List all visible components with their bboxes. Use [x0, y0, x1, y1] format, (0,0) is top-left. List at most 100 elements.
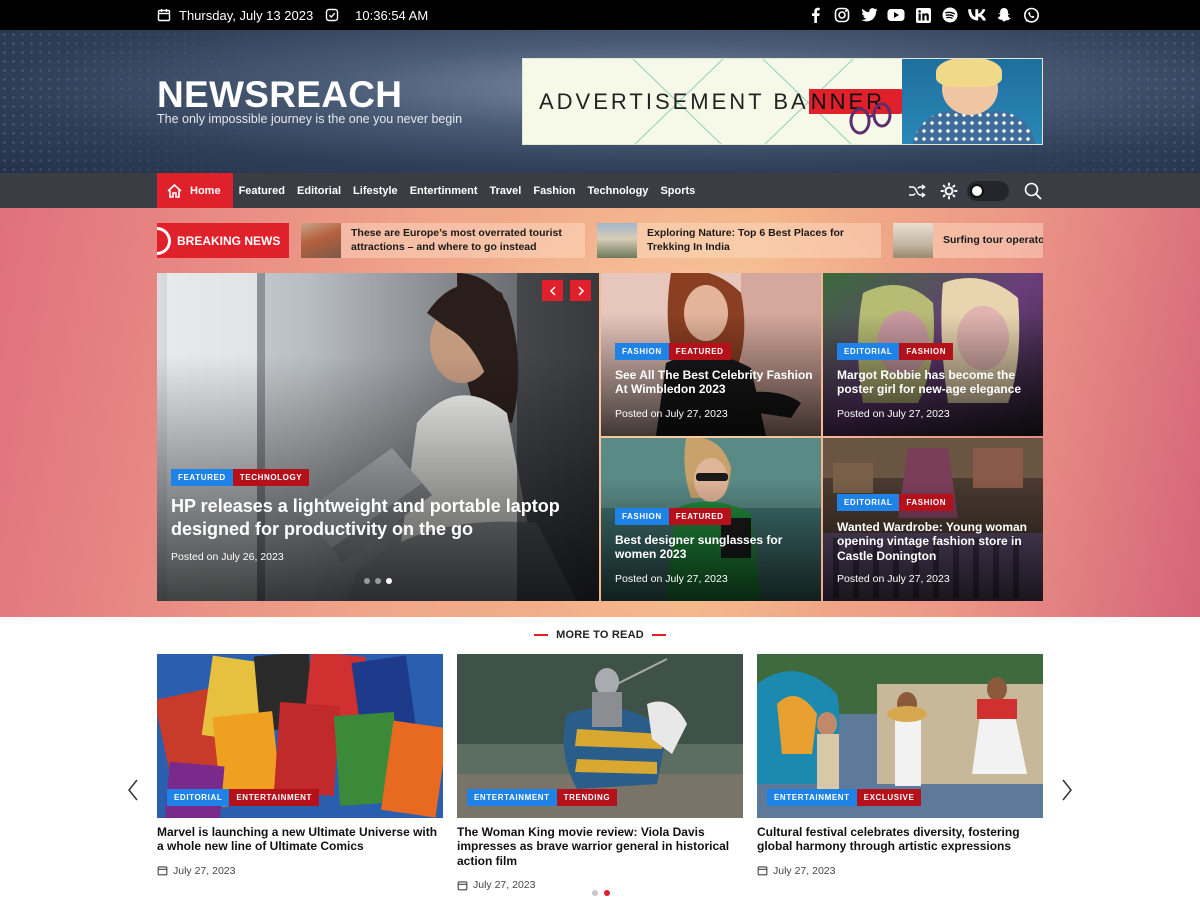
nav-item-fashion[interactable]: Fashion — [527, 173, 581, 208]
tag-fashion[interactable]: FASHION — [615, 343, 669, 360]
tag-trending[interactable]: TRENDING — [556, 789, 618, 806]
nav-item-travel[interactable]: Travel — [484, 173, 528, 208]
ticker-item[interactable]: These are Europe’s most overrated touris… — [301, 223, 585, 258]
sun-icon[interactable] — [939, 181, 959, 201]
featured-date: Posted on July 26, 2023 — [171, 551, 284, 563]
ticker-thumbnail — [893, 223, 933, 258]
tag-exclusive[interactable]: EXCLUSIVE — [856, 789, 922, 806]
slider-dot[interactable] — [364, 578, 370, 584]
post-title[interactable]: The Woman King movie review: Viola Davis… — [457, 825, 743, 868]
tag-featured[interactable]: FEATURED — [668, 508, 731, 525]
nav-item-entertinment[interactable]: Entertinment — [404, 173, 484, 208]
card-title[interactable]: Wanted Wardrobe: Young woman opening vin… — [837, 520, 1037, 563]
slider-dot-active[interactable] — [386, 578, 392, 584]
hero-section: BREAKING NEWS These are Europe’s most ov… — [0, 208, 1200, 617]
featured-slider[interactable]: FEATURED TECHNOLOGY HP releases a lightw… — [157, 273, 599, 601]
youtube-icon[interactable] — [887, 6, 905, 24]
current-time: 10:36:54 AM — [355, 7, 429, 23]
home-icon — [167, 183, 182, 198]
ticker-item[interactable]: Surfing tour operator b pumping surf tri… — [893, 223, 1043, 258]
tag-editorial[interactable]: EDITORIAL — [837, 494, 900, 511]
tag-featured[interactable]: FEATURED — [171, 469, 233, 486]
tag-entertainment[interactable]: ENTERTAINMENT — [767, 789, 857, 806]
carousel-dots — [592, 890, 610, 896]
tag-entertainment[interactable]: ENTERTAINMENT — [229, 789, 320, 806]
advertisement-banner[interactable]: ADVERTISEMENT BANNER — [522, 58, 1043, 145]
nav-item-lifestyle[interactable]: Lifestyle — [347, 173, 404, 208]
slider-dots — [364, 578, 392, 584]
post-image[interactable]: ENTERTAINMENT TRENDING — [457, 654, 743, 818]
post-tags: FEATURED TECHNOLOGY — [171, 469, 310, 486]
nav-item-editorial[interactable]: Editorial — [291, 173, 347, 208]
tag-fashion[interactable]: FASHION — [615, 508, 669, 525]
current-date: Thursday, July 13 2023 — [179, 7, 314, 23]
calendar-icon — [157, 9, 171, 22]
carousel-next-button[interactable] — [1057, 778, 1077, 802]
site-tagline: The only impossible journey is the one y… — [157, 112, 463, 126]
twitter-icon[interactable] — [860, 6, 878, 24]
search-icon[interactable] — [1023, 181, 1043, 201]
card-title[interactable]: Best designer sunglasses for women 2023 — [615, 533, 815, 562]
card-date: Posted on July 27, 2023 — [837, 408, 950, 420]
slider-next-button[interactable] — [570, 280, 591, 301]
spotify-icon[interactable] — [941, 6, 959, 24]
more-post-card[interactable]: EDITORIAL ENTERTAINMENT Marvel is launch… — [157, 654, 443, 877]
carousel-dot[interactable] — [592, 890, 598, 896]
vk-icon[interactable] — [968, 6, 986, 24]
nav-item-technology[interactable]: Technology — [582, 173, 655, 208]
whatsapp-icon[interactable] — [1022, 6, 1040, 24]
post-image[interactable]: ENTERTAINMENT EXCLUSIVE — [757, 654, 1043, 818]
post-date: July 27, 2023 — [157, 865, 443, 877]
calendar-icon — [157, 866, 168, 876]
main-navigation: Home Featured Editorial Lifestyle Entert… — [0, 173, 1200, 208]
card-title[interactable]: Margot Robbie has become the poster girl… — [837, 368, 1037, 397]
featured-card[interactable]: FASHION FEATURED Best designer sunglasse… — [601, 438, 821, 601]
calendar-icon — [757, 866, 768, 876]
dark-mode-toggle[interactable] — [967, 180, 1009, 201]
ad-model-image — [902, 59, 1042, 144]
breaking-news-label: BREAKING NEWS — [157, 223, 289, 258]
linkedin-icon[interactable] — [914, 6, 932, 24]
shuffle-icon[interactable] — [907, 181, 927, 201]
featured-card[interactable]: FASHION FEATURED See All The Best Celebr… — [601, 273, 821, 436]
social-links — [806, 0, 1040, 30]
ticker-thumbnail — [301, 223, 341, 258]
more-post-card[interactable]: ENTERTAINMENT TRENDING The Woman King mo… — [457, 654, 743, 891]
slider-dot[interactable] — [375, 578, 381, 584]
post-title[interactable]: Cultural festival celebrates diversity, … — [757, 825, 1043, 854]
carousel-prev-button[interactable] — [123, 778, 143, 802]
card-date: Posted on July 27, 2023 — [615, 573, 728, 585]
nav-item-home[interactable]: Home — [157, 173, 233, 208]
carousel-dot-active[interactable] — [604, 890, 610, 896]
breaking-news-bar: BREAKING NEWS These are Europe’s most ov… — [157, 223, 1043, 258]
nav-item-sports[interactable]: Sports — [654, 173, 701, 208]
site-logo[interactable]: NEWSREACH — [157, 74, 402, 116]
tag-editorial[interactable]: EDITORIAL — [837, 343, 900, 360]
top-bar: Thursday, July 13 2023 10:36:54 AM — [0, 0, 1200, 30]
instagram-icon[interactable] — [833, 6, 851, 24]
facebook-icon[interactable] — [806, 6, 824, 24]
snapchat-icon[interactable] — [995, 6, 1013, 24]
date-time: Thursday, July 13 2023 10:36:54 AM — [157, 0, 428, 30]
card-title[interactable]: See All The Best Celebrity Fashion At Wi… — [615, 368, 815, 397]
ticker-item[interactable]: Exploring Nature: Top 6 Best Places for … — [597, 223, 881, 258]
featured-title[interactable]: HP releases a lightweight and portable l… — [171, 495, 571, 540]
more-post-card[interactable]: ENTERTAINMENT EXCLUSIVE Cultural festiva… — [757, 654, 1043, 877]
tag-technology[interactable]: TECHNOLOGY — [232, 469, 310, 486]
tag-fashion[interactable]: FASHION — [899, 494, 954, 511]
tag-featured[interactable]: FEATURED — [668, 343, 731, 360]
card-date: Posted on July 27, 2023 — [837, 573, 950, 585]
post-title[interactable]: Marvel is launching a new Ultimate Unive… — [157, 825, 443, 854]
post-image[interactable]: EDITORIAL ENTERTAINMENT — [157, 654, 443, 818]
tag-entertainment[interactable]: ENTERTAINMENT — [467, 789, 557, 806]
nav-item-featured[interactable]: Featured — [233, 173, 291, 208]
clock-icon — [325, 8, 339, 22]
featured-card[interactable]: EDITORIAL FASHION Wanted Wardrobe: Young… — [823, 438, 1043, 601]
featured-card[interactable]: EDITORIAL FASHION Margot Robbie has beco… — [823, 273, 1043, 436]
ticker-thumbnail — [597, 223, 637, 258]
tag-editorial[interactable]: EDITORIAL — [167, 789, 230, 806]
sunglasses-graphic — [849, 102, 892, 135]
slider-prev-button[interactable] — [542, 280, 563, 301]
more-to-read-heading: MORE TO READ — [0, 629, 1200, 641]
tag-fashion[interactable]: FASHION — [899, 343, 954, 360]
